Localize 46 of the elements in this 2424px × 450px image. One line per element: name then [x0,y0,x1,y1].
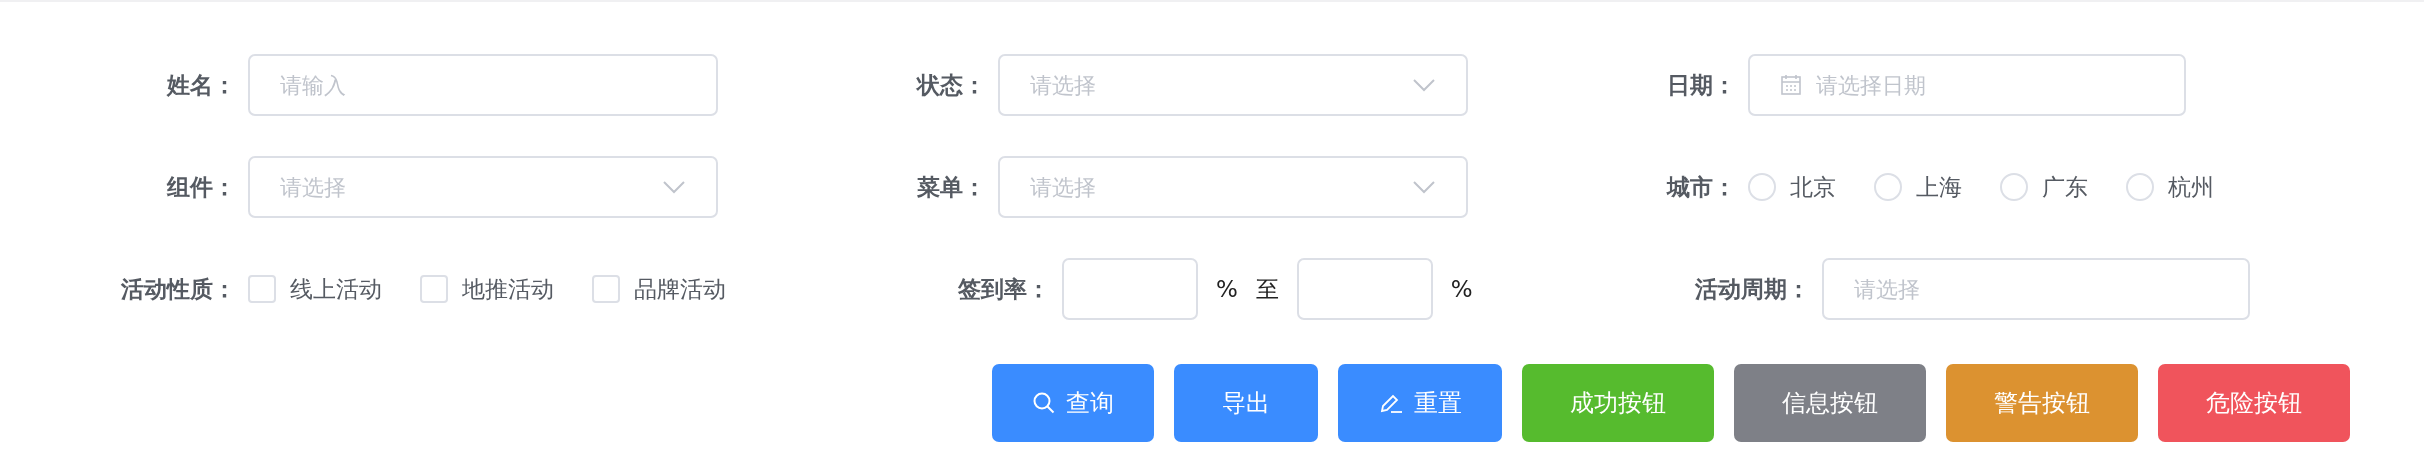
field-label: 菜单： [916,172,987,202]
radio-button[interactable] [2126,173,2154,201]
radio-label[interactable]: 广东 [2042,169,2088,205]
radio-button[interactable] [1748,173,1776,201]
field-label: 签到率： [957,274,1051,304]
action-button[interactable]: 信息按钮 [1734,364,1926,442]
dropdown-caret-icon [662,180,686,194]
checkbox[interactable] [248,275,276,303]
checkbox[interactable] [420,275,448,303]
date-field[interactable]: 请选择日期 [1748,54,2186,116]
search-icon [1032,391,1056,415]
range-start-field[interactable] [1062,258,1198,320]
select-field[interactable]: 请选择 [248,156,718,218]
action-button[interactable]: 危险按钮 [2158,364,2350,442]
radio-button[interactable] [1874,173,1902,201]
radio-label[interactable]: 北京 [1790,169,1836,205]
range-separator: 至 [1255,274,1279,304]
input-field[interactable]: 请选择 [1822,258,2250,320]
unit-label: % [1216,274,1238,304]
field-label: 城市： [1665,172,1737,202]
calendar-icon [1780,74,1802,96]
radio-label[interactable]: 杭州 [2168,169,2214,205]
action-button[interactable]: 重置 [1338,364,1502,442]
radio-label[interactable]: 上海 [1916,169,1962,205]
field-label: 活动周期： [1694,274,1811,304]
dropdown-caret-icon [1412,180,1436,194]
checkbox-label[interactable]: 地推活动 [462,271,554,307]
select-field[interactable]: 请选择 [998,54,1468,116]
input-field[interactable]: 请输入 [248,54,718,116]
field-label: 活动性质： [120,274,237,304]
checkbox-label[interactable]: 线上活动 [290,271,382,307]
unit-label: % [1450,274,1473,304]
select-field[interactable]: 请选择 [998,156,1468,218]
field-label: 组件： [166,172,237,202]
action-button[interactable]: 查询 [992,364,1154,442]
radio-button[interactable] [2000,173,2028,201]
action-button[interactable]: 导出 [1174,364,1318,442]
checkbox-label[interactable]: 品牌活动 [634,271,726,307]
dropdown-caret-icon [1412,78,1436,92]
action-button[interactable]: 成功按钮 [1522,364,1714,442]
range-end-field[interactable] [1296,258,1433,320]
field-label: 日期： [1666,70,1737,100]
field-label: 状态： [915,70,987,100]
action-button[interactable]: 警告按钮 [1946,364,2138,442]
field-label: 姓名： [165,70,237,100]
checkbox[interactable] [592,275,620,303]
